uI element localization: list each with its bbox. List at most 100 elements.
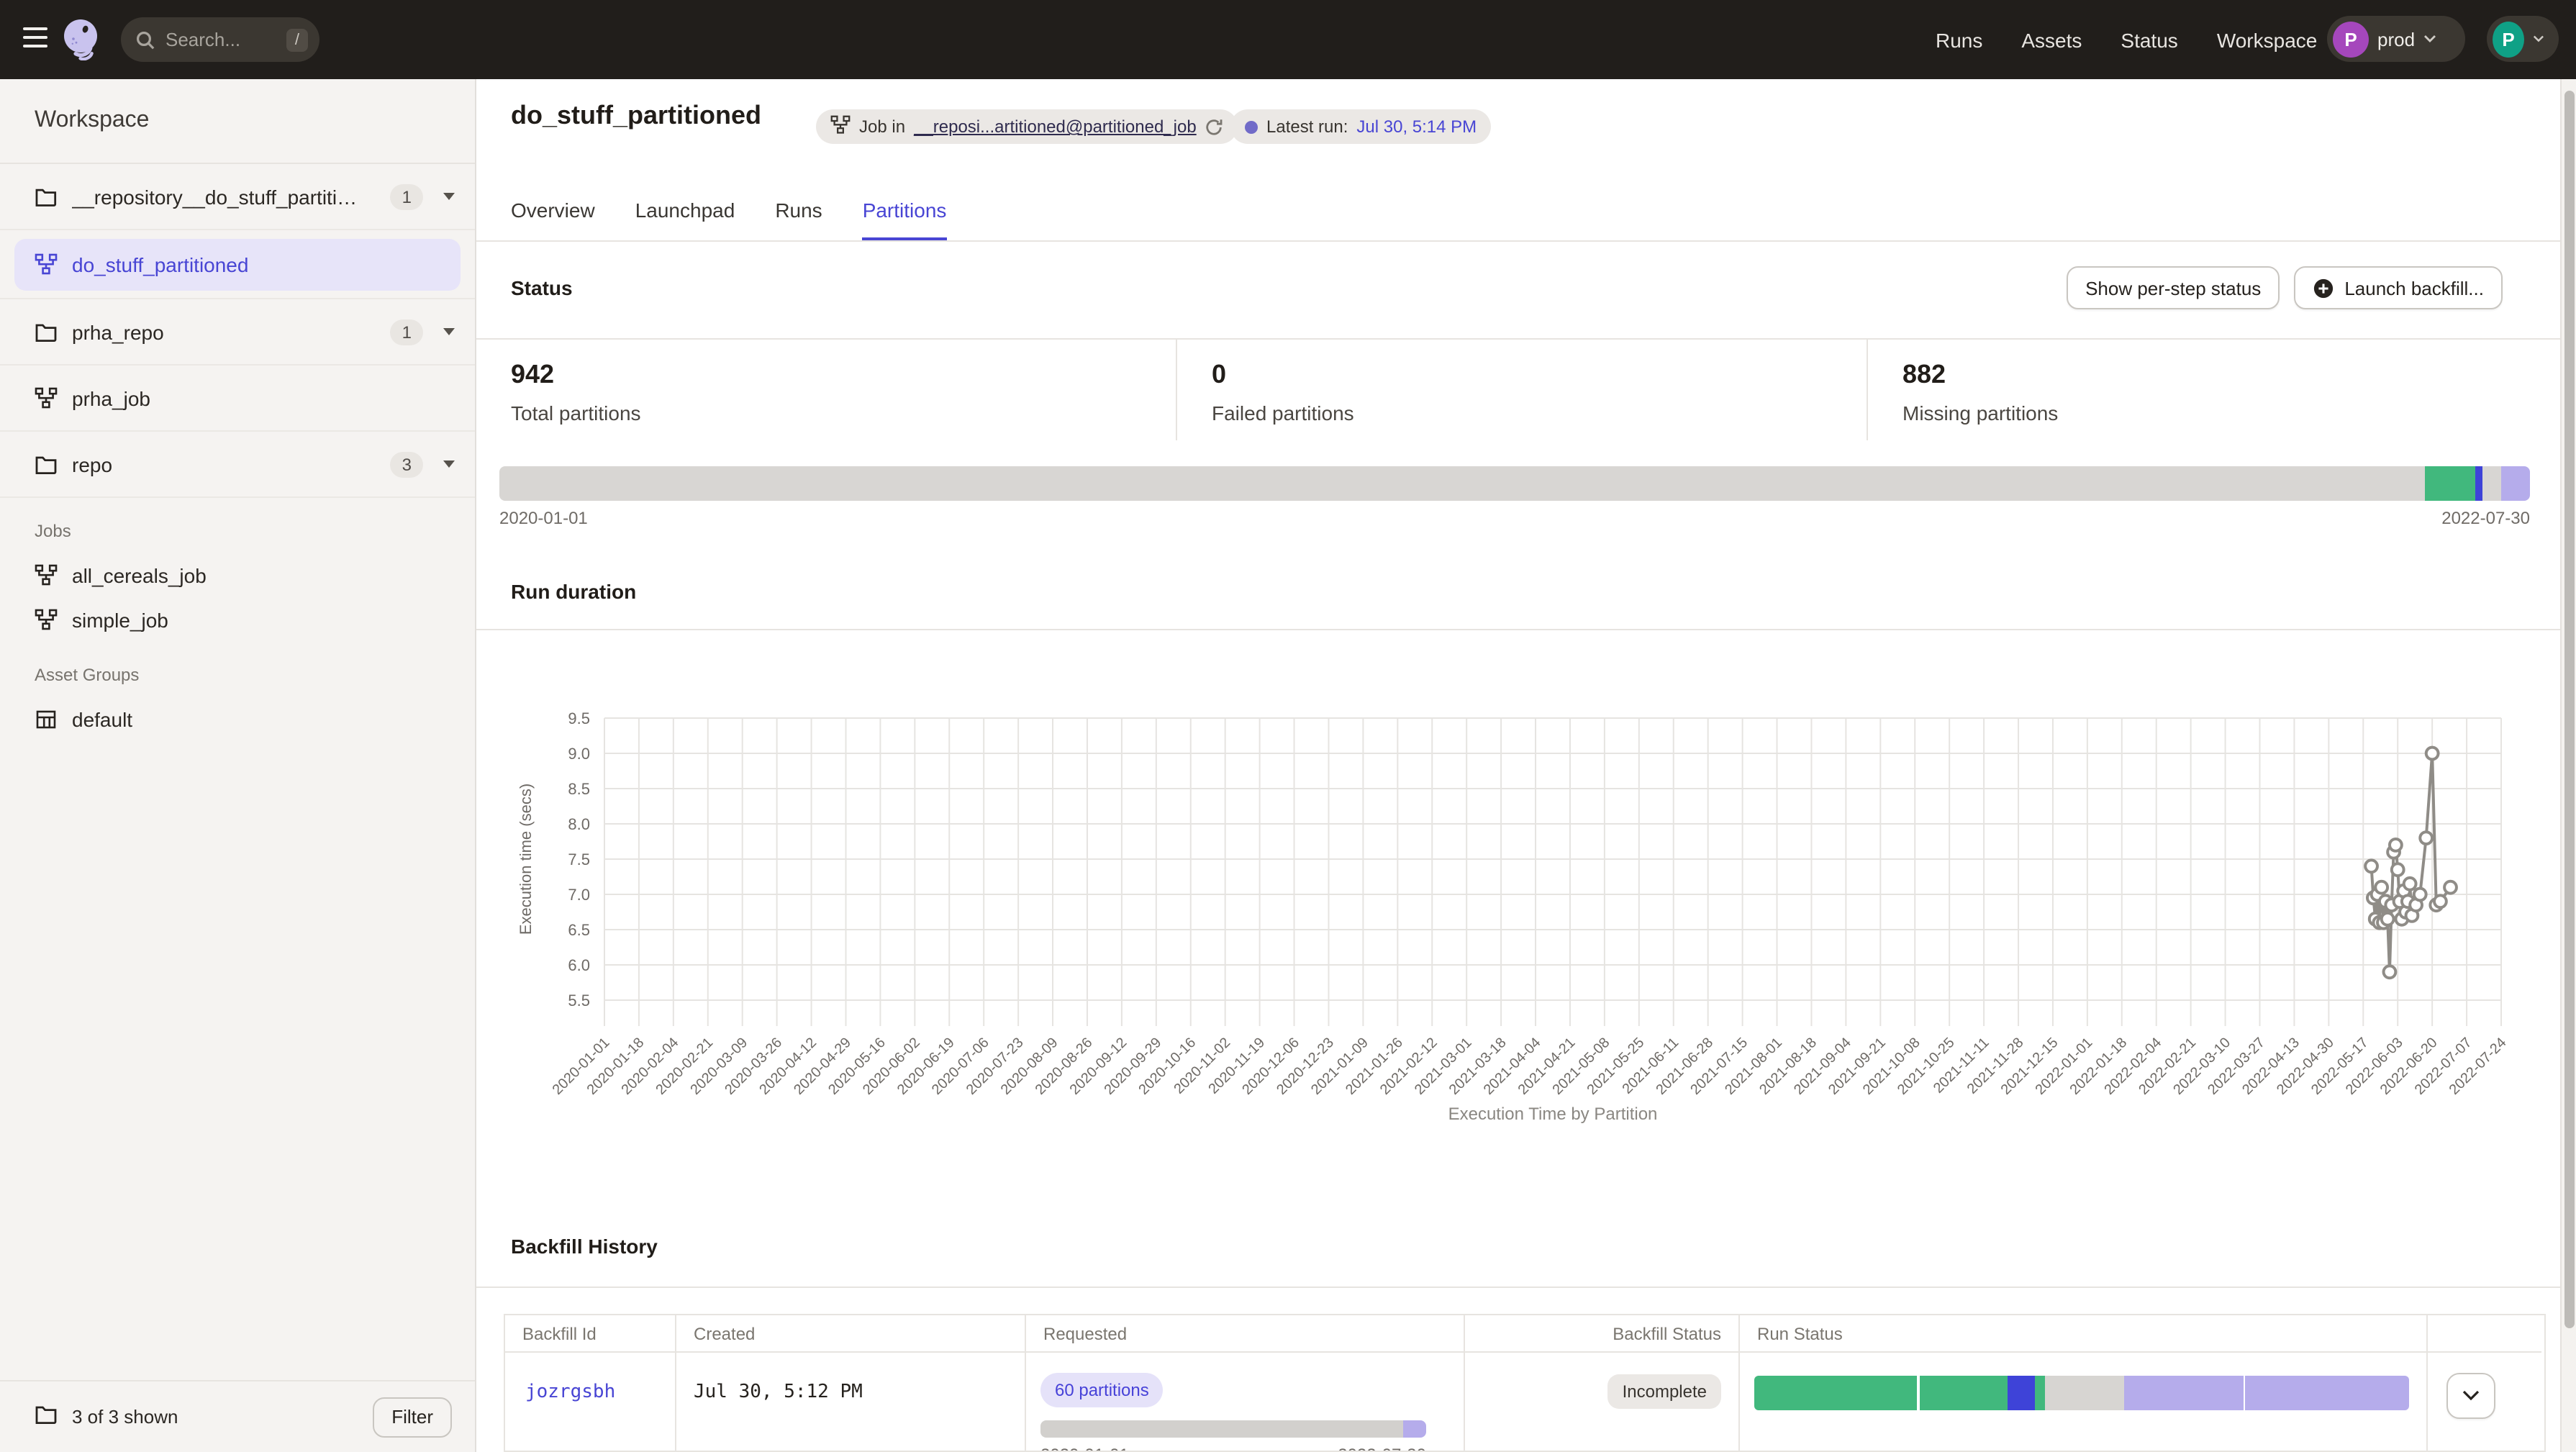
bar-segment [499, 466, 2424, 501]
table-cell-backfill-id: jozrgsbh [505, 1353, 676, 1452]
search-placeholder: Search... [165, 29, 286, 50]
stat-value: 942 [511, 360, 1176, 390]
backfill-history-table: Backfill IdCreatedRequestedBackfill Stat… [504, 1314, 2546, 1452]
stat-missing-partitions: 882Missing partitions [1867, 340, 2560, 440]
page-title: do_stuff_partitioned [511, 101, 761, 131]
workspace-sidebar: Workspace __repository__do_stuff_partiti… [0, 79, 476, 1452]
sidebar-rows: __repository__do_stuff_partitio...1 do_st… [0, 164, 475, 741]
tab-overview[interactable]: Overview [511, 184, 595, 242]
dagster-logo-icon[interactable] [60, 17, 104, 60]
partition-stats: 942Total partitions0Failed partitions882… [476, 338, 2560, 440]
nav-item-assets[interactable]: Assets [2021, 28, 2082, 51]
y-tick-label: 8.0 [568, 815, 590, 833]
backfill-id-link[interactable]: jozrgsbh [525, 1381, 615, 1403]
asset-group-icon [35, 707, 58, 730]
sidebar-item-label: simple_job [72, 608, 168, 631]
sidebar-item-label: prha_job [72, 386, 150, 409]
user-menu[interactable]: P [2487, 16, 2559, 62]
sidebar-item-label: prha_repo [72, 320, 164, 343]
data-point [2390, 839, 2402, 851]
search-input[interactable]: Search... / [121, 17, 319, 62]
scrollbar-thumb[interactable] [2564, 91, 2574, 1328]
y-tick-label: 9.0 [568, 745, 590, 763]
count-badge: 3 [391, 451, 423, 477]
count-badge: 1 [391, 319, 423, 345]
job-icon [35, 563, 58, 586]
chevron-down-icon[interactable] [443, 193, 455, 200]
data-point [2375, 881, 2387, 894]
y-tick-label: 6.0 [568, 956, 590, 974]
run-status-dot-icon [1245, 120, 1258, 133]
folder-icon [35, 185, 58, 208]
requested-range-dates: 2020-01-01 2022-07-30 [1040, 1445, 1426, 1452]
bar-segment [2475, 466, 2482, 501]
sidebar-item-do-stuff-partitioned[interactable]: do_stuff_partitioned [0, 230, 475, 299]
created-value: Jul 30, 5:12 PM [694, 1381, 863, 1403]
bar-start-date: 2020-01-01 [499, 508, 588, 528]
data-point [2426, 748, 2439, 760]
refresh-icon[interactable] [1205, 117, 1224, 136]
filter-button[interactable]: Filter [373, 1397, 452, 1437]
sidebar-item-label: do_stuff_partitioned [72, 253, 248, 276]
folder-icon [35, 453, 58, 476]
y-tick-label: 5.5 [568, 992, 590, 1009]
deployment-label: prod [2377, 28, 2415, 50]
launch-backfill-button[interactable]: Launch backfill... [2294, 266, 2503, 309]
nav-item-runs[interactable]: Runs [1936, 28, 1982, 51]
sidebar-item-prha-repo[interactable]: prha_repo 1 [0, 299, 475, 366]
sidebar-item-repository-do-stuff-partitio[interactable]: __repository__do_stuff_partitio...1 [0, 164, 475, 230]
requested-partitions-tag: 60 partitions [1040, 1373, 1164, 1407]
plus-circle-icon [2313, 277, 2334, 299]
tab-launchpad[interactable]: Launchpad [635, 184, 735, 242]
job-icon [35, 253, 58, 276]
job-location-link[interactable]: __reposi...artitioned@partitioned_job [914, 117, 1197, 137]
chevron-down-icon [2533, 35, 2544, 43]
y-tick-label: 9.5 [568, 709, 590, 727]
partition-bar-dates: 2020-01-01 2022-07-30 [499, 508, 2530, 528]
sidebar-item-repo[interactable]: repo3 [0, 432, 475, 498]
chart-caption: Execution Time by Partition [1448, 1104, 1658, 1124]
sidebar-section-asset-groups: Asset Groups [0, 642, 475, 696]
job-icon [35, 608, 58, 631]
user-avatar: P [2493, 21, 2524, 57]
table-cell-expand [2428, 1353, 2541, 1452]
job-icon [35, 386, 58, 409]
chevron-down-icon[interactable] [443, 460, 455, 468]
run-status-bar[interactable] [1754, 1376, 2409, 1410]
sidebar-item-default[interactable]: default [0, 696, 475, 741]
tab-runs[interactable]: Runs [775, 184, 822, 242]
bar-segment [2034, 1376, 2045, 1410]
nav-item-status[interactable]: Status [2121, 28, 2177, 51]
chevron-down-icon [2462, 1390, 2480, 1402]
menu-icon[interactable] [23, 27, 47, 50]
search-shortcut-key: / [286, 28, 308, 51]
sidebar-item-simple-job[interactable]: simple_job [0, 597, 475, 642]
sidebar-item-all-cereals-job[interactable]: all_cereals_job [0, 553, 475, 597]
data-point [2434, 895, 2446, 907]
nav-item-workspace[interactable]: Workspace [2217, 28, 2318, 51]
stat-label: Total partitions [511, 401, 1176, 425]
stat-total-partitions: 942 Total partitions [476, 340, 1176, 440]
vertical-scrollbar[interactable] [2560, 79, 2576, 1452]
run-duration-chart: 9.59.08.58.07.57.06.56.05.52020-01-01202… [476, 684, 2560, 1235]
partition-status-bar[interactable] [499, 466, 2530, 501]
y-tick-label: 6.5 [568, 921, 590, 939]
latest-run-label: Latest run: [1266, 117, 1348, 137]
requested-range-bar [1040, 1420, 1426, 1438]
sidebar-title: Workspace [35, 108, 149, 134]
table-cell-backfill-status: Incomplete [1465, 1353, 1740, 1452]
search-icon [135, 30, 155, 50]
column-header-run-status: Run Status [1740, 1315, 2428, 1353]
divider [476, 629, 2560, 630]
column-header-backfill-status: Backfill Status [1465, 1315, 1740, 1353]
latest-run-link[interactable]: Jul 30, 5:14 PM [1356, 117, 1477, 137]
deployment-switcher[interactable]: P prod [2327, 16, 2465, 62]
expand-row-button[interactable] [2446, 1373, 2495, 1419]
sidebar-item-prha-job[interactable]: prha_job [0, 366, 475, 432]
show-per-step-status-button[interactable]: Show per-step status [2067, 266, 2280, 309]
stat-label: Failed partitions [1212, 401, 1867, 425]
page-tabs: Overview Launchpad Runs Partitions [511, 184, 946, 242]
tab-partitions[interactable]: Partitions [863, 184, 947, 242]
chevron-down-icon[interactable] [443, 328, 455, 335]
bar-segment [2046, 1376, 2123, 1410]
